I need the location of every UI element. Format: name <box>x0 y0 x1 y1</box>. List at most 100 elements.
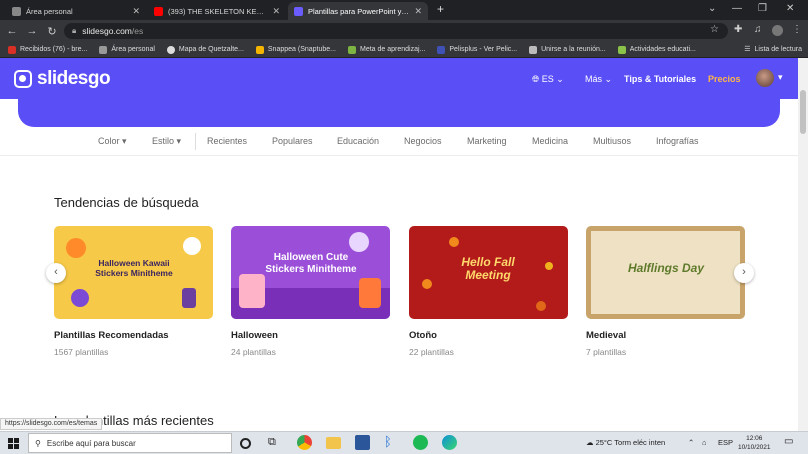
site-header: slidesgo 🌐︎ ES ⌄ Más ⌄ Tips & Tutoriales… <box>0 58 798 99</box>
close-tab-icon[interactable]: ✕ <box>132 6 140 17</box>
spotify-icon[interactable] <box>413 435 428 450</box>
close-tab-icon[interactable]: ✕ <box>272 6 280 17</box>
bookmark-item[interactable]: Actividades educati... <box>617 45 696 54</box>
section-title: Tendencias de búsqueda <box>54 195 199 210</box>
hero-banner <box>18 99 780 127</box>
tab-area-personal[interactable]: Área personal ✕ <box>6 2 146 20</box>
media-icon[interactable]: ♫ <box>754 24 762 35</box>
globe-icon <box>166 45 175 54</box>
card-count: 24 plantillas <box>231 347 276 357</box>
user-avatar[interactable] <box>756 69 774 87</box>
tab-youtube[interactable]: (393) THE SKELETON KEY | El ✕ <box>148 2 286 20</box>
taskbar-search-box[interactable]: ⚲ Escribe aquí para buscar <box>28 433 232 453</box>
pelisplus-icon <box>437 45 446 54</box>
reading-list-icon: ☰ <box>744 46 751 53</box>
slidesgo-favicon-icon <box>294 6 303 16</box>
template-card-halloween[interactable]: Halloween Cute Stickers Minitheme <box>231 226 390 319</box>
filter-popular[interactable]: Populares <box>272 136 313 146</box>
carousel-next-button[interactable]: › <box>734 263 754 283</box>
windows-start-icon[interactable] <box>8 438 19 449</box>
card-title[interactable]: Plantillas Recomendadas <box>54 330 169 341</box>
profile-avatar[interactable] <box>772 25 783 36</box>
moodle-icon <box>99 45 108 54</box>
bookmark-item[interactable]: Pelisplus - Ver Pelic... <box>437 45 517 54</box>
word-icon[interactable] <box>355 435 370 450</box>
bookmark-item[interactable]: Área personal <box>99 45 155 54</box>
clock[interactable]: 12:06 10/10/2021 <box>738 434 771 452</box>
card-title[interactable]: Medieval <box>586 330 626 341</box>
forward-icon[interactable]: → <box>22 25 42 37</box>
edge-icon[interactable] <box>442 435 457 450</box>
file-explorer-icon[interactable] <box>326 437 341 449</box>
weather-icon: ☁︎ <box>586 438 594 447</box>
card-count: 7 plantillas <box>586 347 627 357</box>
filter-infographics[interactable]: Infografías <box>656 136 699 146</box>
filter-style[interactable]: Estilo ▾ <box>152 136 181 147</box>
browser-tab-strip: Área personal ✕ (393) THE SKELETON KEY |… <box>0 0 808 20</box>
close-window-icon[interactable]: ✕ <box>786 3 794 14</box>
pricing-link[interactable]: Precios <box>708 74 741 84</box>
reload-icon[interactable]: ↻ <box>42 25 62 38</box>
bookmark-item[interactable]: Unirse a la reunión... <box>529 45 606 54</box>
reading-list-button[interactable]: ☰ Lista de lectura <box>744 45 802 54</box>
filter-business[interactable]: Negocios <box>404 136 442 146</box>
tab-title: Plantillas para PowerPoint y Goo <box>308 6 411 16</box>
close-tab-icon[interactable]: ✕ <box>414 6 422 17</box>
activities-icon <box>617 45 626 54</box>
link-status-bubble: https://slidesgo.com/es/temas <box>0 418 103 430</box>
task-view-icon[interactable]: ⧉ <box>268 436 283 451</box>
filter-recent[interactable]: Recientes <box>207 136 247 146</box>
cortana-icon[interactable] <box>240 438 251 449</box>
filter-multipurpose[interactable]: Multiusos <box>593 136 631 146</box>
url-path: /es <box>131 26 144 36</box>
tab-search-icon[interactable]: ⌄ <box>708 3 716 14</box>
minimize-icon[interactable]: — <box>732 3 742 14</box>
notifications-icon[interactable]: ▭ <box>784 436 793 447</box>
filter-medicine[interactable]: Medicina <box>532 136 568 146</box>
filter-color[interactable]: Color ▾ <box>98 136 127 147</box>
search-icon: ⚲ <box>35 438 41 448</box>
template-card-medieval[interactable]: Halflings Day <box>586 226 745 319</box>
address-bar[interactable]: 🔒︎ slidesgo.com/es <box>64 23 728 39</box>
menu-icon[interactable]: ⋮ <box>792 24 802 35</box>
bookmark-item[interactable]: Snappea (Snaptube... <box>255 45 336 54</box>
bookmark-star-icon[interactable]: ☆ <box>710 24 719 35</box>
more-menu[interactable]: Más ⌄ <box>585 74 612 85</box>
meeting-icon <box>529 45 538 54</box>
network-icon[interactable]: ⌂ <box>702 438 707 447</box>
bookmark-item[interactable]: Meta de aprendizaj... <box>348 45 425 54</box>
carousel-prev-button[interactable]: ‹ <box>46 263 66 283</box>
extensions-icon[interactable]: ✚ <box>734 24 742 35</box>
language-selector[interactable]: 🌐︎ ES ⌄ <box>532 74 564 85</box>
bookmark-item[interactable]: Mapa de Quetzalte... <box>166 45 244 54</box>
category-filter-bar: Color ▾ Estilo ▾ Recientes Populares Edu… <box>0 127 798 156</box>
bluetooth-icon[interactable]: ᛒ <box>384 434 399 449</box>
tips-link[interactable]: Tips & Tutoriales <box>624 74 696 84</box>
moodle-favicon-icon <box>12 6 21 16</box>
thumbnail-title: Halloween Cute Stickers Minitheme <box>265 252 357 275</box>
gmail-icon <box>8 45 16 54</box>
windows-taskbar: ⚲ Escribe aquí para buscar ⧉ ᛒ ☁︎ 25°C T… <box>0 431 808 454</box>
scrollbar-thumb[interactable] <box>800 90 806 134</box>
filter-education[interactable]: Educación <box>337 136 379 146</box>
filter-marketing[interactable]: Marketing <box>467 136 507 146</box>
thumbnail-title: Halloween Kawaii Stickers Minitheme <box>95 258 173 278</box>
chrome-icon[interactable] <box>297 435 312 450</box>
back-icon[interactable]: ← <box>2 25 22 37</box>
language-indicator[interactable]: ESP <box>718 438 733 447</box>
filter-divider <box>195 133 196 150</box>
new-tab-button[interactable]: + <box>437 2 444 16</box>
chevron-down-icon[interactable]: ▾ <box>778 72 783 83</box>
slidesgo-logo[interactable]: slidesgo <box>14 68 111 90</box>
tab-slidesgo[interactable]: Plantillas para PowerPoint y Goo ✕ <box>288 2 428 20</box>
restore-icon[interactable]: ❐ <box>758 3 767 14</box>
weather-widget[interactable]: ☁︎ 25°C Torm eléc inten <box>586 438 665 447</box>
show-hidden-icons[interactable]: ⌃ <box>688 438 694 447</box>
card-title[interactable]: Otoño <box>409 330 437 341</box>
bookmark-item[interactable]: Recibidos (76) - bre... <box>8 45 87 54</box>
template-card-recommended[interactable]: Halloween Kawaii Stickers Minitheme <box>54 226 213 319</box>
card-count: 22 plantillas <box>409 347 454 357</box>
browser-toolbar: ← → ↻ 🔒︎ slidesgo.com/es ☆ ✚ ♫ ⋮ <box>0 20 808 42</box>
card-title[interactable]: Halloween <box>231 330 278 341</box>
template-card-autumn[interactable]: Hello Fall Meeting <box>409 226 568 319</box>
